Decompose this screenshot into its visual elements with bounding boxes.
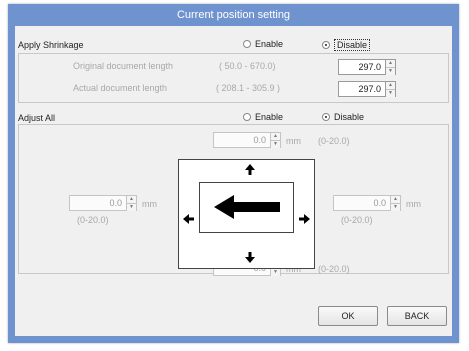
right-offset-field[interactable]: 0.0 bbox=[333, 195, 391, 211]
radio-label: Disable bbox=[334, 39, 371, 51]
left-offset-unit: mm bbox=[142, 199, 157, 209]
ok-button[interactable]: OK bbox=[318, 306, 378, 326]
top-offset-field[interactable]: 0.0 bbox=[213, 132, 271, 148]
spinner-arrows[interactable]: ▲▼ bbox=[271, 132, 281, 148]
arrow-up-icon bbox=[245, 164, 255, 175]
radio-label: Enable bbox=[255, 39, 284, 49]
actual-length-field[interactable]: 297.0 bbox=[338, 81, 386, 97]
radio-label: Enable bbox=[255, 112, 284, 122]
actual-length-spinner[interactable]: 297.0 ▲ ▼ bbox=[338, 81, 396, 97]
bottom-offset-range: (0-20.0) bbox=[318, 264, 350, 274]
radio-label: Disable bbox=[334, 112, 365, 122]
radio-indicator bbox=[243, 40, 251, 48]
original-length-label: Original document length bbox=[73, 61, 174, 71]
arrow-down-icon bbox=[245, 252, 255, 263]
spinner-arrows[interactable]: ▲▼ bbox=[386, 59, 396, 75]
document-frame bbox=[199, 182, 294, 233]
spinner-arrows[interactable]: ▲▼ bbox=[127, 195, 137, 211]
top-offset-spinner[interactable]: 0.0 ▲ ▼ bbox=[213, 132, 281, 148]
position-diagram bbox=[178, 159, 315, 269]
top-offset-unit: mm bbox=[286, 136, 301, 146]
arrow-left-icon bbox=[183, 214, 194, 224]
adjust-disable-radio[interactable]: Disable bbox=[322, 112, 364, 122]
left-offset-field[interactable]: 0.0 bbox=[69, 195, 127, 211]
dialog-title: Current position setting bbox=[176, 9, 291, 21]
right-offset-unit: mm bbox=[406, 199, 421, 209]
apply-shrinkage-label: Apply Shrinkage bbox=[18, 40, 84, 50]
spinner-arrows[interactable]: ▲▼ bbox=[386, 81, 396, 97]
shrinkage-group: Original document length ( 50.0 - 670.0)… bbox=[18, 53, 449, 103]
left-offset-spinner[interactable]: 0.0 ▲ ▼ bbox=[69, 195, 137, 211]
dialog-window: Current position setting Apply Shrinkage… bbox=[8, 4, 459, 343]
actual-length-label: Actual document length bbox=[73, 83, 168, 93]
radio-indicator bbox=[243, 113, 251, 121]
shrinkage-disable-radio[interactable]: Disable bbox=[322, 39, 371, 51]
feed-direction-arrow-icon bbox=[214, 195, 280, 219]
left-offset-range: (0-20.0) bbox=[77, 215, 109, 225]
right-offset-spinner[interactable]: 0.0 ▲ ▼ bbox=[333, 195, 401, 211]
original-length-range: ( 50.0 - 670.0) bbox=[219, 61, 276, 71]
original-length-spinner[interactable]: 297.0 ▲ ▼ bbox=[338, 59, 396, 75]
original-length-field[interactable]: 297.0 bbox=[338, 59, 386, 75]
shrinkage-enable-radio[interactable]: Enable bbox=[243, 39, 283, 49]
dialog-client: Apply Shrinkage Enable Disable Original … bbox=[15, 26, 452, 336]
top-offset-range: (0-20.0) bbox=[318, 136, 350, 146]
adjust-enable-radio[interactable]: Enable bbox=[243, 112, 283, 122]
adjust-all-label: Adjust All bbox=[18, 113, 56, 123]
arrow-right-icon bbox=[299, 214, 310, 224]
actual-length-range: ( 208.1 - 305.9 ) bbox=[216, 83, 281, 93]
radio-indicator bbox=[322, 113, 330, 121]
spinner-arrows[interactable]: ▲▼ bbox=[391, 195, 401, 211]
radio-indicator bbox=[322, 41, 330, 49]
right-offset-range: (0-20.0) bbox=[341, 215, 373, 225]
back-button[interactable]: BACK bbox=[387, 306, 447, 326]
